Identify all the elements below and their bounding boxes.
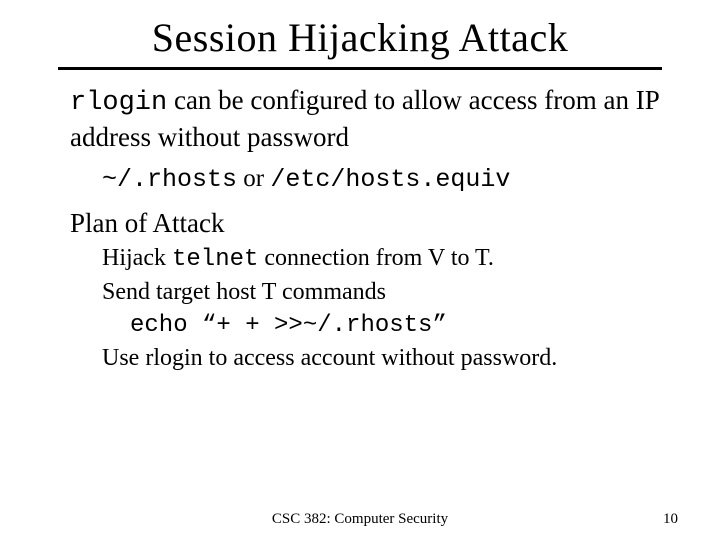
slide: Session Hijacking Attack rlogin can be c… [0,14,720,540]
text-or: or [237,165,270,192]
paragraph-rlogin: rlogin can be configured to allow access… [70,84,662,155]
title-underline [58,67,662,70]
slide-title: Session Hijacking Attack [0,14,720,61]
code-telnet: telnet [172,246,258,273]
plan-l1c: connection from V to T. [258,245,494,271]
plan-l1a: Hijack [102,245,172,271]
plan-heading: Plan of Attack [70,207,662,241]
code-hosts-equiv: /etc/hosts.equiv [270,165,510,194]
code-rhosts: ~/.rhosts [102,165,237,194]
sub-files-line: ~/.rhosts or /etc/hosts.equiv [102,163,662,195]
footer-page-number: 10 [663,511,678,528]
plan-command: echo “+ + >>~/.rhosts” [130,311,662,341]
footer-course: CSC 382: Computer Security [0,511,720,528]
plan-line-2: Send target host T commands [102,277,662,307]
slide-body: rlogin can be configured to allow access… [70,84,662,373]
code-rlogin: rlogin [70,88,167,118]
plan-line-1: Hijack telnet connection from V to T. [102,243,662,275]
plan-line-3: Use rlogin to access account without pas… [102,343,662,373]
